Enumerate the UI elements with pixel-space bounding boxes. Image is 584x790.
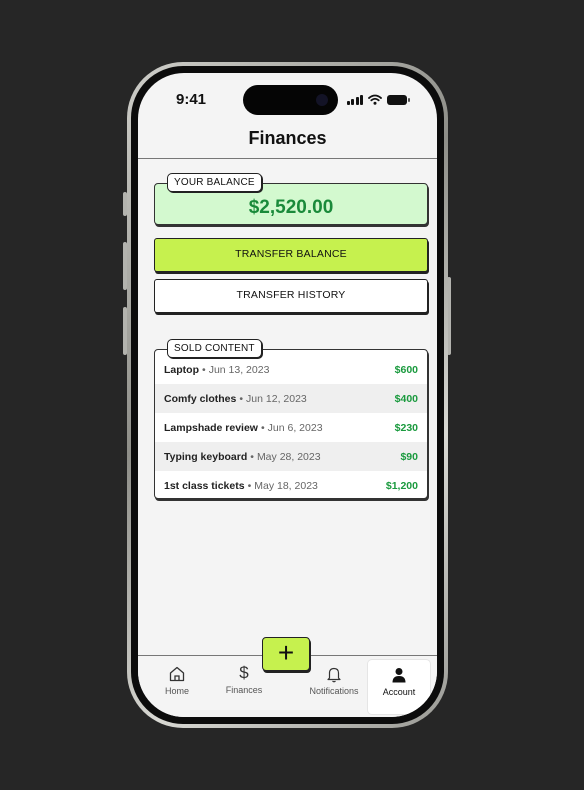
user-icon xyxy=(392,668,406,683)
status-bar: 9:41 xyxy=(138,73,437,119)
sold-item-date: May 28, 2023 xyxy=(256,450,321,463)
camera-icon xyxy=(316,94,328,106)
sold-item-name: Laptop xyxy=(164,363,199,376)
phone-bezel: 9:41 Finances YOUR BALANCE $2,520.00 TRA… xyxy=(131,66,444,724)
battery-icon xyxy=(387,95,410,105)
sold-item-name: Lampshade review xyxy=(164,421,258,434)
sold-item-date: May 18, 2023 xyxy=(254,479,318,492)
tab-account-label: Account xyxy=(382,687,416,697)
sold-content-card: SOLD CONTENT Laptop • Jun 13, 2023 $600 Co… xyxy=(154,339,428,500)
tab-notifications-label: Notifications xyxy=(309,686,359,696)
balance-tag: YOUR BALANCE xyxy=(167,173,262,192)
sold-item[interactable]: 1st class tickets • May 18, 2023 $1,200 xyxy=(155,471,427,500)
transfer-history-button[interactable]: TRANSFER HISTORY xyxy=(154,279,428,313)
sold-item-price: $400 xyxy=(394,392,418,405)
sold-item[interactable]: Comfy clothes • Jun 12, 2023 $400 xyxy=(155,384,427,413)
bell-icon xyxy=(327,667,341,683)
sold-item[interactable]: Laptop • Jun 13, 2023 $600 xyxy=(155,355,427,384)
transfer-balance-button[interactable]: TRANSFER BALANCE xyxy=(154,238,428,272)
dollar-icon: $ xyxy=(239,663,249,682)
sold-item[interactable]: Typing keyboard • May 28, 2023 $90 xyxy=(155,442,427,471)
sold-item[interactable]: Lampshade review • Jun 6, 2023 $230 xyxy=(155,413,427,442)
sold-item-price: $1,200 xyxy=(385,479,418,492)
balance-card: YOUR BALANCE $2,520.00 xyxy=(154,173,428,225)
tab-notifications[interactable]: Notifications xyxy=(304,656,364,717)
home-icon xyxy=(169,666,185,682)
sold-item-price: $600 xyxy=(394,363,418,376)
page-header: Finances xyxy=(138,119,437,159)
sold-item-date: Jun 13, 2023 xyxy=(208,363,270,376)
sold-item-price: $230 xyxy=(394,421,418,434)
tab-finances[interactable]: $ Finances xyxy=(222,656,266,717)
status-time: 9:41 xyxy=(176,91,207,108)
sold-item-name: Comfy clothes xyxy=(164,392,237,405)
sold-item-date: Jun 12, 2023 xyxy=(246,392,307,405)
tab-bar: + Home $ Finances Notifications Account xyxy=(138,637,437,717)
sold-item-date: Jun 6, 2023 xyxy=(267,421,323,434)
page-title: Finances xyxy=(248,128,327,148)
sold-item-name: 1st class tickets xyxy=(164,479,245,492)
wifi-icon xyxy=(368,94,382,105)
sold-content-list: Laptop • Jun 13, 2023 $600 Comfy clothes • J… xyxy=(155,355,427,500)
plus-icon: + xyxy=(277,637,295,668)
tab-home-label: Home xyxy=(164,686,189,696)
phone-screen: 9:41 Finances YOUR BALANCE $2,520.00 TRA… xyxy=(138,73,437,717)
sold-item-price: $90 xyxy=(400,450,418,463)
tab-finances-label: Finances xyxy=(225,685,263,695)
add-button[interactable]: + xyxy=(262,637,310,671)
status-icons xyxy=(346,94,410,105)
tab-home[interactable]: Home xyxy=(162,656,192,717)
phone-frame: 9:41 Finances YOUR BALANCE $2,520.00 TRA… xyxy=(127,62,448,728)
tab-account[interactable]: Account xyxy=(368,660,430,714)
signal-icon xyxy=(346,95,363,105)
dynamic-island xyxy=(243,85,338,115)
sold-item-name: Typing keyboard xyxy=(164,450,248,463)
